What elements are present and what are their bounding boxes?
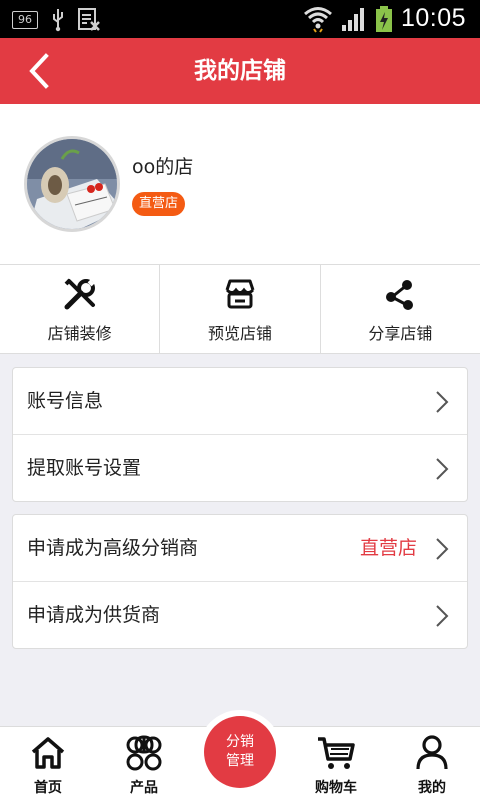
menu-item-value: 直营店: [359, 537, 417, 559]
app-header: 我的店铺: [0, 38, 480, 104]
menu-item-apply-senior-distributor[interactable]: 申请成为高级分销商 直营店: [13, 515, 467, 581]
notification-count-badge: 96: [12, 11, 38, 29]
center-label-line1: 分销: [226, 734, 254, 750]
tab-home[interactable]: 首页: [0, 727, 96, 800]
chevron-right-icon: [436, 605, 449, 627]
tab-mine[interactable]: 我的: [384, 727, 480, 800]
clock: 10:05: [400, 4, 466, 32]
tools-icon: [64, 278, 95, 310]
action-share-shop[interactable]: 分享店铺: [319, 265, 480, 353]
tab-label: 产品: [130, 780, 158, 796]
products-icon: [126, 735, 162, 771]
tab-label: 购物车: [315, 780, 357, 796]
tab-label: 首页: [34, 780, 62, 796]
menu-item-label: 申请成为供货商: [27, 604, 161, 626]
home-icon: [31, 737, 65, 769]
action-preview-shop[interactable]: 预览店铺: [159, 265, 319, 353]
usb-icon: [53, 9, 63, 32]
action-label: 分享店铺: [368, 324, 433, 343]
menu-item-label: 提取账号设置: [27, 457, 142, 479]
wifi-icon: [303, 6, 332, 33]
chevron-right-icon: [436, 538, 449, 560]
tab-products[interactable]: 产品: [96, 727, 192, 800]
store-icon: [225, 279, 255, 309]
action-label: 店铺装修: [47, 324, 112, 343]
menu-item-apply-supplier[interactable]: 申请成为供货商: [13, 581, 467, 647]
status-bar-left: 96: [12, 8, 100, 32]
share-icon: [386, 280, 414, 310]
chevron-right-icon: [436, 391, 449, 413]
page-title: 我的店铺: [194, 58, 286, 84]
signal-icon: [341, 7, 364, 31]
shop-type-badge: 直营店: [132, 192, 186, 216]
shop-profile: oo的店 直营店: [0, 104, 480, 264]
document-icon: [78, 8, 100, 31]
avatar-image: [27, 139, 117, 229]
back-icon[interactable]: [22, 52, 58, 90]
action-label: 预览店铺: [207, 324, 272, 343]
status-bar-right: 10:05: [303, 4, 466, 33]
shop-actions: 店铺装修 预览店铺 分享店铺: [0, 264, 480, 354]
application-menu: 申请成为高级分销商 直营店 申请成为供货商: [12, 514, 468, 649]
shop-name: oo的店: [132, 156, 194, 178]
chevron-right-icon: [436, 458, 449, 480]
user-icon: [416, 735, 448, 770]
menu-item-label: 申请成为高级分销商: [27, 537, 199, 559]
menu-item-label: 账号信息: [27, 390, 104, 412]
action-decorate-shop[interactable]: 店铺装修: [0, 265, 159, 353]
tab-cart[interactable]: 购物车: [288, 727, 384, 800]
distribution-management-label: 分销 管理: [204, 716, 276, 788]
menu-item-withdraw-account-settings[interactable]: 提取账号设置: [13, 434, 467, 500]
account-menu: 账号信息 提取账号设置: [12, 367, 468, 502]
cart-icon: [318, 737, 355, 769]
menu-item-account-info[interactable]: 账号信息: [13, 368, 467, 434]
center-label-line2: 管理: [226, 753, 254, 769]
battery-charging-icon: [375, 5, 392, 32]
tab-label: 我的: [418, 780, 446, 796]
status-bar: 96 10:05: [0, 0, 480, 38]
shop-avatar[interactable]: [24, 136, 120, 232]
distribution-management-button[interactable]: 分销 管理: [198, 710, 282, 794]
